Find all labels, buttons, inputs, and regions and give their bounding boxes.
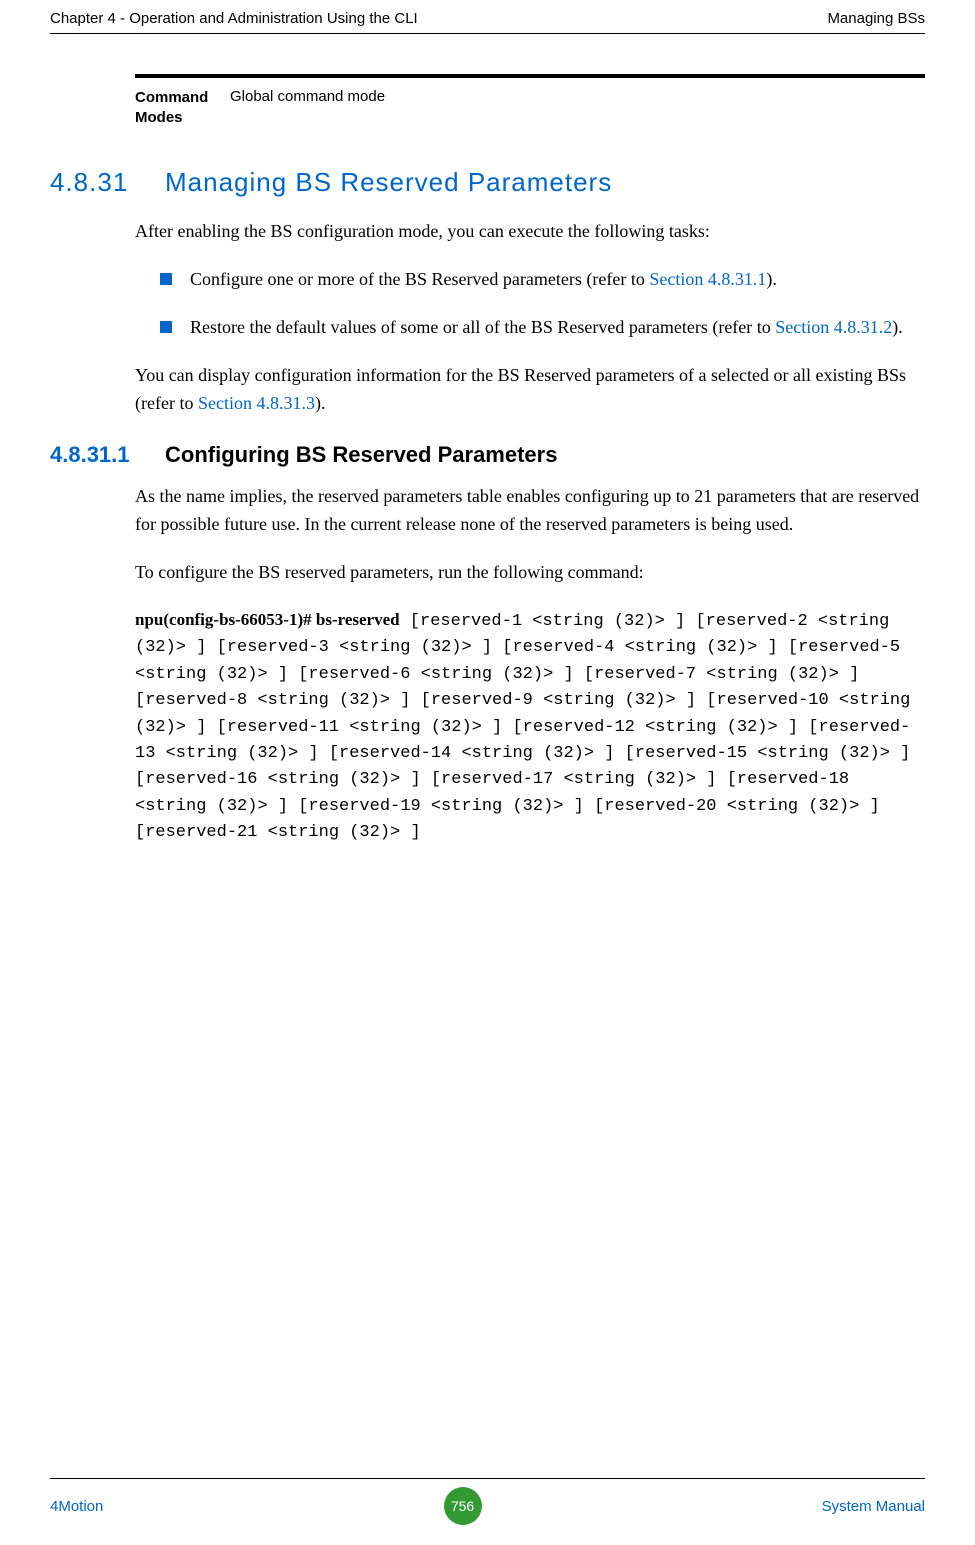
para-post: ). xyxy=(315,393,326,413)
bullet-item: Restore the default values of some or al… xyxy=(135,314,925,342)
bullet-item: Configure one or more of the BS Reserved… xyxy=(135,266,925,294)
subsection-heading: 4.8.31.1 Configuring BS Reserved Paramet… xyxy=(50,442,925,468)
display-paragraph: You can display configuration informatio… xyxy=(135,362,925,418)
square-bullet-icon xyxy=(160,273,172,285)
command-args: [reserved-1 <string (32)> ] [reserved-2 … xyxy=(135,612,921,842)
intro-paragraph: After enabling the BS configuration mode… xyxy=(135,218,925,246)
header-right: Managing BSs xyxy=(827,10,925,27)
section-link[interactable]: Section 4.8.31.2 xyxy=(775,317,892,337)
bullet-pre: Configure one or more of the BS Reserved… xyxy=(190,269,649,289)
header-left: Chapter 4 - Operation and Administration… xyxy=(50,10,418,27)
command-modes-row: Command Modes Global command mode xyxy=(135,74,925,127)
subsection-paragraph: As the name implies, the reserved parame… xyxy=(135,483,925,539)
bullet-text: Restore the default values of some or al… xyxy=(190,314,903,342)
section-heading: 4.8.31 Managing BS Reserved Parameters xyxy=(50,167,925,198)
page-footer: 4Motion 756 System Manual xyxy=(50,1478,925,1545)
bullet-post: ). xyxy=(766,269,777,289)
command-modes-value: Global command mode xyxy=(230,78,385,105)
section-number: 4.8.31 xyxy=(50,167,165,198)
command-bold: npu(config-bs-66053-1)# bs-reserved xyxy=(135,610,400,629)
command-modes-label: Command Modes xyxy=(135,78,230,127)
square-bullet-icon xyxy=(160,321,172,333)
footer-right: System Manual xyxy=(822,1498,925,1515)
page-content: Command Modes Global command mode 4.8.31… xyxy=(50,74,925,1478)
page-number-badge: 756 xyxy=(444,1487,482,1525)
footer-left: 4Motion xyxy=(50,1498,103,1515)
section-link[interactable]: Section 4.8.31.3 xyxy=(198,393,315,413)
subsection-title: Configuring BS Reserved Parameters xyxy=(165,442,557,468)
subsection-number: 4.8.31.1 xyxy=(50,442,165,468)
bullet-post: ). xyxy=(892,317,903,337)
section-link[interactable]: Section 4.8.31.1 xyxy=(649,269,766,289)
bullet-pre: Restore the default values of some or al… xyxy=(190,317,775,337)
bullet-text: Configure one or more of the BS Reserved… xyxy=(190,266,777,294)
section-title: Managing BS Reserved Parameters xyxy=(165,167,612,198)
subsection-paragraph: To configure the BS reserved parameters,… xyxy=(135,559,925,587)
command-block: npu(config-bs-66053-1)# bs-reserved [res… xyxy=(135,607,925,846)
page-header: Chapter 4 - Operation and Administration… xyxy=(50,10,925,34)
